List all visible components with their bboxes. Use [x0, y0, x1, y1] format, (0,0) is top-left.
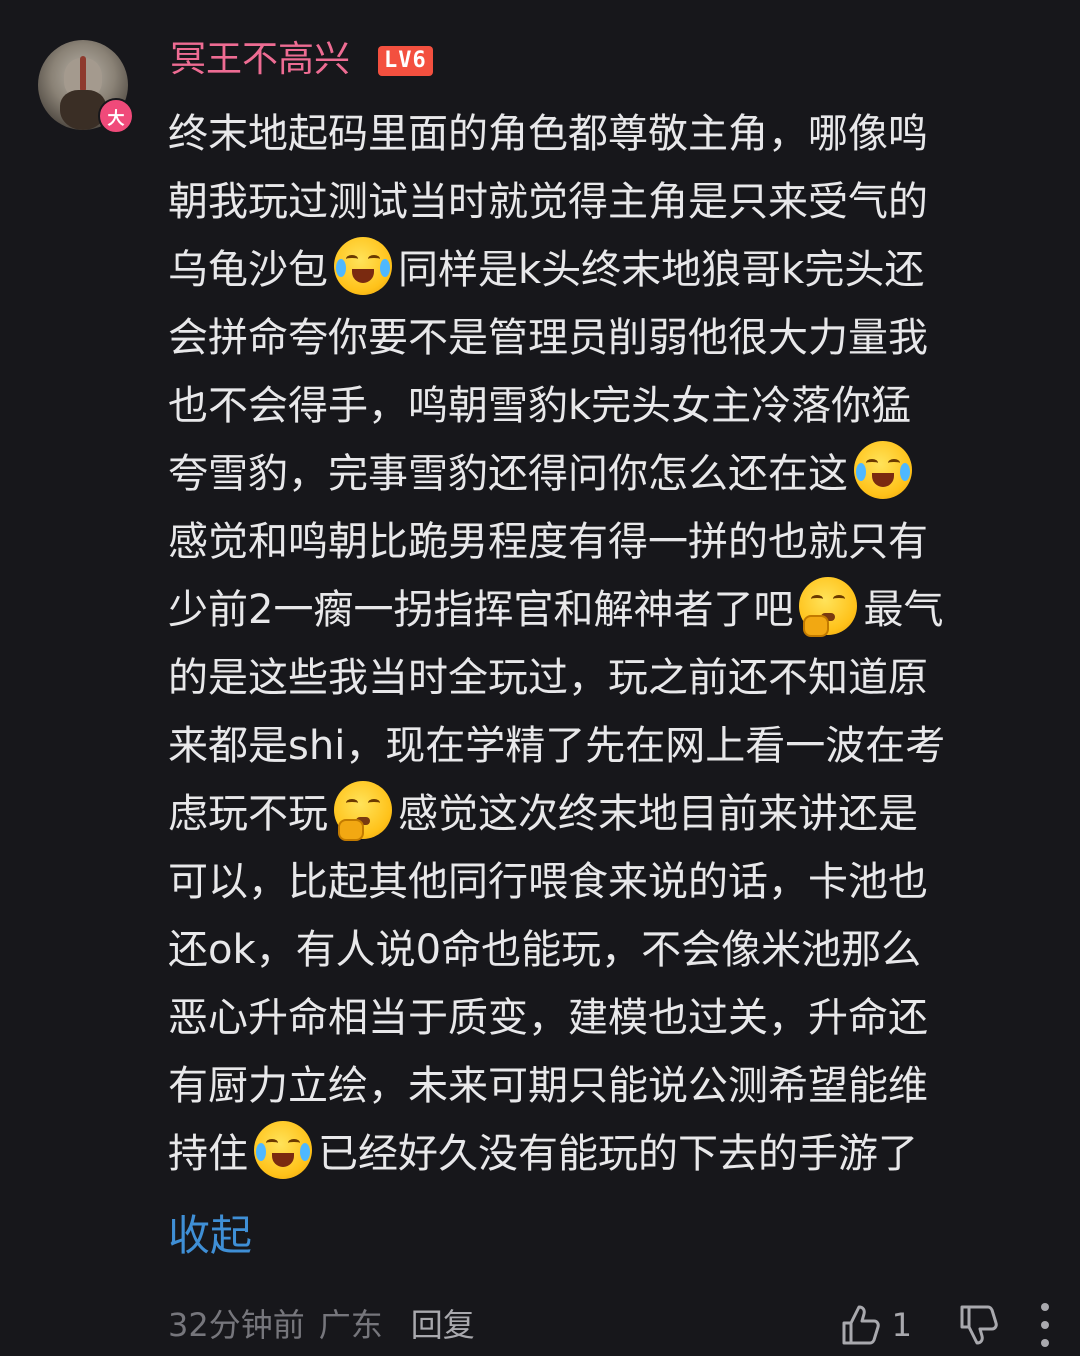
username[interactable]: 冥王不高兴	[170, 38, 350, 82]
comment-text: 有厨力立绘，未来可期只能说公测希望能维	[168, 1063, 928, 1109]
comment-text: 朝我玩过测试当时就觉得主角是只来受气的	[168, 179, 928, 225]
comment-line: 持住 已经好久没有能玩的下去的手游了	[168, 1120, 1038, 1188]
comment-text: 最气	[863, 587, 944, 633]
comment-line: 可以，比起其他同行喂食来说的话，卡池也	[168, 848, 1038, 916]
comment-text: 可以，比起其他同行喂食来说的话，卡池也	[168, 859, 928, 905]
comment-line: 有厨力立绘，未来可期只能说公测希望能维	[168, 1052, 1038, 1120]
comment-text: 乌龟沙包	[168, 247, 328, 293]
timestamp: 32分钟前	[168, 1306, 305, 1344]
thinking-emoji-icon	[334, 781, 392, 841]
crying-laughing-emoji-icon	[254, 1121, 312, 1179]
thinking-emoji-icon	[799, 577, 858, 637]
comment-text: 还ok，有人说0命也能玩，不会像米池那么	[168, 927, 922, 973]
comment-text: 虑玩不玩	[168, 791, 328, 837]
comment-text: 感觉和鸣朝比跪男程度有得一拼的也就只有	[168, 519, 928, 565]
comment-line: 也不会得手，鸣朝雪豹k完头女主冷落你猛	[168, 372, 1038, 440]
comment-line: 终末地起码里面的角色都尊敬主角，哪像鸣	[168, 100, 1038, 168]
comment-line: 夸雪豹，完事雪豹还得问你怎么还在这	[168, 440, 1038, 508]
comment-text: 持住	[168, 1131, 248, 1177]
more-icon[interactable]	[1040, 1303, 1050, 1347]
comment-line: 恶心升命相当于质变，建模也过关，升命还	[168, 984, 1038, 1052]
thumbs-up-icon[interactable]	[838, 1303, 882, 1347]
level-badge: LV6	[378, 46, 433, 76]
comment-text: 来都是shi，现在学精了先在网上看一波在考	[168, 723, 946, 769]
comment-text: 已经好久没有能玩的下去的手游了	[318, 1131, 918, 1177]
collapse-link[interactable]: 收起	[168, 1206, 252, 1266]
comment-text: 也不会得手，鸣朝雪豹k完头女主冷落你猛	[168, 383, 912, 429]
comment-text: 同样是k头终末地狼哥k完头还	[398, 247, 925, 293]
tears-of-joy-emoji-icon	[854, 441, 912, 499]
comment-line: 来都是shi，现在学精了先在网上看一波在考	[168, 712, 1038, 780]
comment-line: 感觉和鸣朝比跪男程度有得一拼的也就只有	[168, 508, 1038, 576]
user-badge: 大	[98, 98, 134, 134]
comment-text: 感觉这次终末地目前来讲还是	[398, 791, 918, 837]
comment-actions: 1	[838, 1300, 1050, 1350]
comment-text: 少前2一瘸一拐指挥官和解神者了吧	[168, 587, 794, 633]
comment-text: 的是这些我当时全玩过，玩之前还不知道原	[168, 655, 928, 701]
comment-text: 会拼命夸你要不是管理员削弱他很大力量我	[168, 315, 928, 361]
comment-line: 朝我玩过测试当时就觉得主角是只来受气的	[168, 168, 1038, 236]
reply-button[interactable]: 回复	[411, 1300, 475, 1350]
thumbs-down-icon[interactable]	[956, 1303, 1000, 1347]
comment-line: 少前2一瘸一拐指挥官和解神者了吧 最气	[168, 576, 1038, 644]
crying-laughing-emoji-icon	[334, 237, 392, 295]
comment-line: 乌龟沙包 同样是k头终末地狼哥k完头还	[168, 236, 1038, 304]
comment-footer: 32分钟前 广东 回复	[168, 1300, 475, 1350]
comment-line: 的是这些我当时全玩过，玩之前还不知道原	[168, 644, 1038, 712]
comment-line: 虑玩不玩 感觉这次终末地目前来讲还是	[168, 780, 1038, 848]
comment-body: 终末地起码里面的角色都尊敬主角，哪像鸣 朝我玩过测试当时就觉得主角是只来受气的 乌龟…	[168, 100, 1038, 1188]
comment-text: 终末地起码里面的角色都尊敬主角，哪像鸣	[168, 111, 928, 157]
location: 广东	[318, 1306, 383, 1344]
like-count: 1	[891, 1306, 912, 1344]
comment-line: 会拼命夸你要不是管理员削弱他很大力量我	[168, 304, 1038, 372]
comment-text: 恶心升命相当于质变，建模也过关，升命还	[168, 995, 928, 1041]
comment-line: 还ok，有人说0命也能玩，不会像米池那么	[168, 916, 1038, 984]
comment-text: 夸雪豹，完事雪豹还得问你怎么还在这	[168, 451, 848, 497]
